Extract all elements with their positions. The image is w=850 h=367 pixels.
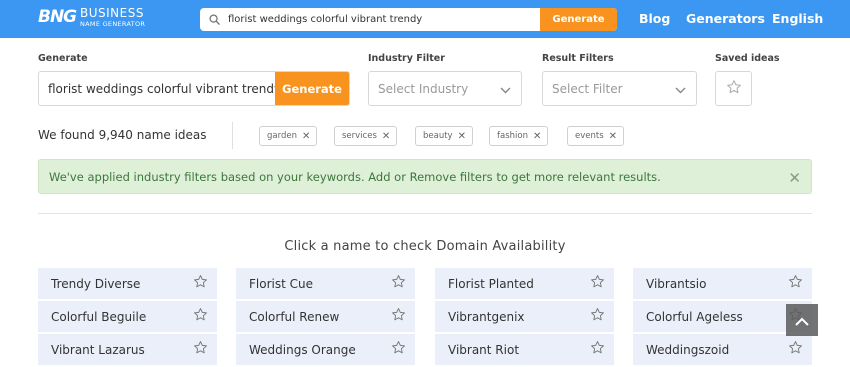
star-outline-icon[interactable] — [590, 340, 605, 359]
search-icon — [200, 8, 228, 31]
close-icon[interactable]: ✕ — [458, 131, 466, 142]
industry-filter-notice: We've applied industry filters based on … — [38, 159, 812, 194]
filter-tag-label: events — [575, 131, 604, 141]
name-text: Weddingszoid — [646, 342, 730, 357]
star-outline-icon[interactable] — [391, 274, 406, 293]
name-text: Vibrant Lazarus — [51, 342, 145, 357]
filter-tag-label: services — [342, 131, 377, 141]
star-outline-icon[interactable] — [788, 274, 803, 293]
name-card[interactable]: Weddingszoid — [633, 334, 812, 365]
chevron-up-icon — [795, 311, 809, 330]
star-outline-icon[interactable] — [193, 340, 208, 359]
divider — [232, 122, 233, 149]
domain-check-heading: Click a name to check Domain Availabilit… — [284, 239, 566, 254]
name-text: Colorful Renew — [249, 309, 340, 324]
generate-box: florist weddings colorful vibrant trendy… — [38, 71, 350, 106]
name-card[interactable]: Colorful Beguile — [38, 301, 217, 332]
header-search: florist weddings colorful vibrant trendy… — [200, 8, 617, 31]
name-text: Trendy Diverse — [51, 276, 141, 291]
results-count: We found 9,940 name ideas — [38, 128, 207, 142]
star-outline-icon[interactable] — [193, 274, 208, 293]
filter-tag[interactable]: services ✕ — [334, 126, 398, 146]
name-card[interactable]: Trendy Diverse — [38, 268, 217, 299]
name-text: Vibrant Riot — [448, 342, 520, 357]
industry-select[interactable]: Select Industry — [368, 71, 522, 106]
nav-generators-link[interactable]: Generators — [686, 11, 765, 26]
close-icon[interactable]: ✕ — [302, 131, 310, 142]
star-outline-icon[interactable] — [590, 307, 605, 326]
chevron-down-icon — [675, 79, 686, 98]
industry-filter-label: Industry Filter — [368, 53, 445, 64]
result-filters-label: Result Filters — [542, 53, 614, 64]
name-text: Vibrantgenix — [448, 309, 525, 324]
generate-button[interactable]: Generate — [275, 72, 349, 105]
keywords-input[interactable]: florist weddings colorful vibrant trendy — [39, 72, 275, 105]
filter-tag-label: beauty — [423, 131, 453, 141]
notice-text: We've applied industry filters based on … — [49, 169, 661, 184]
name-card[interactable]: Vibrantgenix — [435, 301, 614, 332]
result-filter-value: Select Filter — [552, 81, 623, 96]
name-text: Florist Planted — [448, 276, 534, 291]
section-divider — [38, 213, 812, 214]
name-card[interactable]: Vibrant Riot — [435, 334, 614, 365]
star-outline-icon[interactable] — [788, 340, 803, 359]
saved-ideas-label: Saved ideas — [715, 53, 780, 64]
saved-ideas-button[interactable] — [715, 71, 752, 106]
chevron-down-icon — [500, 79, 511, 98]
header-search-input[interactable]: florist weddings colorful vibrant trendy — [228, 14, 540, 25]
filter-tag-label: garden — [267, 131, 297, 141]
top-navigation-bar: BNG BUSINESS NAME GENERATOR florist wedd… — [0, 0, 850, 38]
filter-tag[interactable]: events ✕ — [567, 126, 625, 146]
name-card[interactable]: Florist Cue — [236, 268, 415, 299]
name-card[interactable]: Vibrant Lazarus — [38, 334, 217, 365]
name-card[interactable]: Weddings Orange — [236, 334, 415, 365]
nav-language-link[interactable]: English — [772, 11, 823, 26]
filter-tag-label: fashion — [497, 131, 528, 141]
name-text: Colorful Beguile — [51, 309, 147, 324]
filter-tag[interactable]: fashion ✕ — [489, 126, 549, 146]
industry-select-value: Select Industry — [378, 81, 469, 96]
star-outline-icon[interactable] — [193, 307, 208, 326]
header-generate-button[interactable]: Generate — [540, 8, 617, 31]
nav-blog-link[interactable]: Blog — [639, 11, 670, 26]
logo-text: BUSINESS NAME GENERATOR — [80, 7, 145, 28]
close-icon[interactable]: ✕ — [533, 131, 541, 142]
filter-tag[interactable]: beauty ✕ — [415, 126, 473, 146]
filter-tag[interactable]: garden ✕ — [259, 126, 318, 146]
star-outline-icon[interactable] — [391, 307, 406, 326]
name-card[interactable]: Florist Planted — [435, 268, 614, 299]
name-text: Colorful Ageless — [646, 309, 743, 324]
star-outline-icon[interactable] — [391, 340, 406, 359]
star-outline-icon[interactable] — [590, 274, 605, 293]
name-text: Vibrantsio — [646, 276, 707, 291]
result-filter-select[interactable]: Select Filter — [542, 71, 697, 106]
close-icon[interactable]: ✕ — [382, 131, 390, 142]
logo-mark: BNG — [38, 7, 77, 28]
generate-label: Generate — [38, 53, 88, 64]
brand-logo[interactable]: BNG BUSINESS NAME GENERATOR — [38, 7, 145, 28]
close-icon[interactable]: ✕ — [609, 131, 617, 142]
name-card[interactable]: Colorful Renew — [236, 301, 415, 332]
logo-line1: BUSINESS — [80, 6, 144, 20]
logo-line2: NAME GENERATOR — [80, 20, 146, 28]
close-icon[interactable]: ✕ — [788, 169, 801, 187]
name-text: Weddings Orange — [249, 342, 356, 357]
star-outline-icon — [726, 79, 742, 99]
scroll-to-top-button[interactable] — [786, 304, 818, 336]
name-card[interactable]: Vibrantsio — [633, 268, 812, 299]
name-text: Florist Cue — [249, 276, 313, 291]
